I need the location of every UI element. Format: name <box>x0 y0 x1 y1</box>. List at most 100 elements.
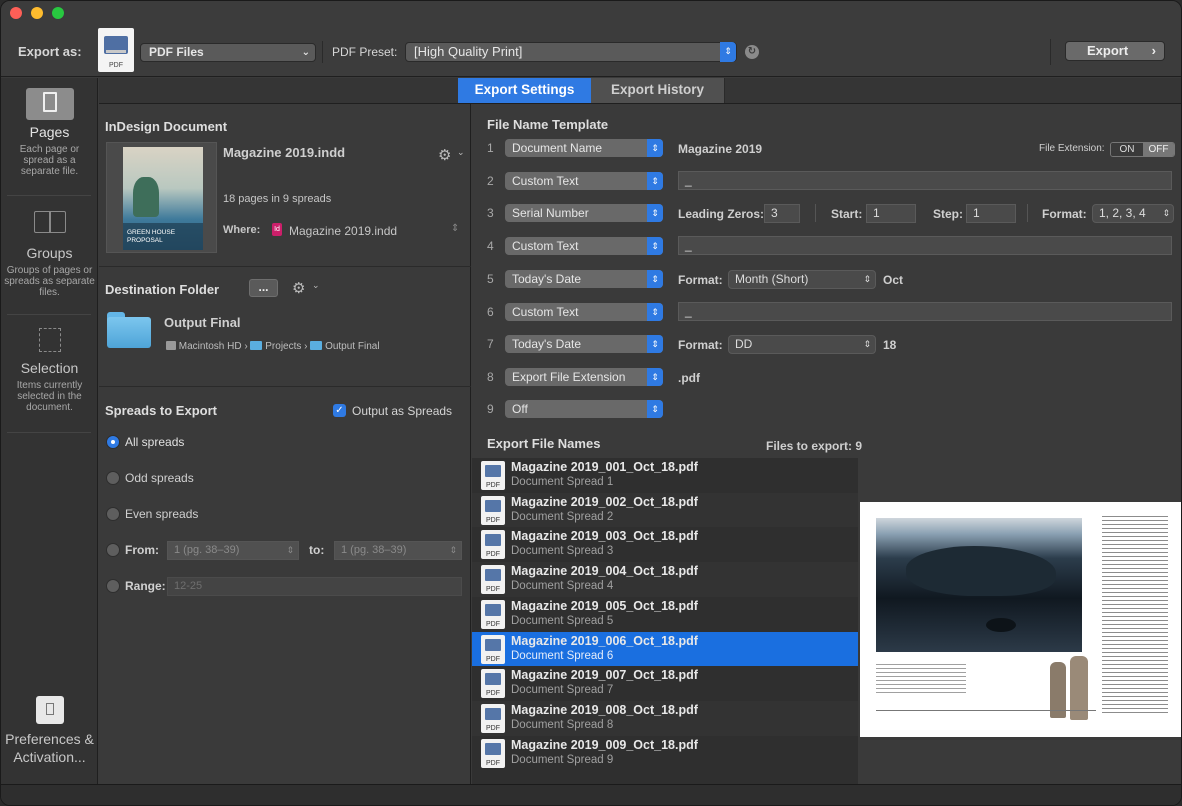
pdf-preset-select[interactable]: [High Quality Print] ⇕ <box>405 42 737 62</box>
tab-export-settings[interactable]: Export Settings <box>458 78 591 103</box>
updown-chevron-icon: ⇕ <box>647 237 663 255</box>
date-format-select[interactable]: DD ⇕ <box>728 335 876 354</box>
list-item[interactable]: PDF Magazine 2019_002_Oct_18.pdf Document … <box>472 492 858 528</box>
custom-text-value: _ <box>685 238 692 252</box>
format-select[interactable]: PDF Files ⌄ <box>140 43 316 62</box>
file-name: Magazine 2019_009_Oct_18.pdf <box>511 737 698 752</box>
export-button[interactable]: Export › <box>1065 41 1165 61</box>
date-result: Oct <box>883 273 904 287</box>
settings-panel: InDesign Document GREEN HOUSE PROPOSAL M… <box>99 104 471 784</box>
updown-chevron-icon[interactable]: ⇕ <box>451 223 459 234</box>
custom-text-input[interactable]: _ <box>678 171 1172 190</box>
date-format-select[interactable]: Month (Short) ⇕ <box>728 270 876 289</box>
file-spread: Document Spread 2 <box>511 510 614 523</box>
list-item[interactable]: PDF Magazine 2019_005_Oct_18.pdf Document … <box>472 596 858 632</box>
sidebar-item-selection-label: Selection <box>20 360 79 376</box>
token-select[interactable]: Export File Extension ⇕ <box>505 368 663 386</box>
folder-icon <box>107 312 151 348</box>
all-spreads-radio[interactable] <box>106 435 120 449</box>
leading-zeros-input[interactable]: 3 <box>764 204 800 223</box>
pdf-file-icon: PDF <box>481 703 505 733</box>
token-select[interactable]: Today's Date ⇕ <box>505 270 663 288</box>
where-value[interactable]: Magazine 2019.indd <box>289 224 397 238</box>
sidebar-item-groups[interactable]: Groups Groups of pages or spreads as sep… <box>1 209 98 298</box>
toolbar: Export as: PDF PDF Files ⌄ PDF Preset: [… <box>1 1 1181 77</box>
output-as-spreads-checkbox[interactable]: ✓ <box>333 404 346 417</box>
list-item[interactable]: PDF Magazine 2019_009_Oct_18.pdf Document … <box>472 735 858 771</box>
pdf-icon-label: PDF <box>486 586 500 594</box>
serial-format-value: 1, 2, 3, 4 <box>1099 206 1146 220</box>
start-input[interactable]: 1 <box>866 204 916 223</box>
odd-spreads-radio[interactable] <box>106 471 120 485</box>
toggle-on[interactable]: ON <box>1111 143 1143 156</box>
folder-small-icon <box>310 341 323 350</box>
token-value: Document Name <box>512 141 603 155</box>
tab-export-history[interactable]: Export History <box>591 78 725 103</box>
file-name-template-title: File Name Template <box>487 117 609 132</box>
gear-icon[interactable]: ⚙ <box>292 279 305 297</box>
token-select[interactable]: Serial Number ⇕ <box>505 204 663 222</box>
sidebar-divider <box>7 432 91 433</box>
token-select[interactable]: Off ⇕ <box>505 400 663 418</box>
chevron-down-icon[interactable]: ⌄ <box>312 280 320 291</box>
pdf-file-icon: PDF <box>481 495 505 525</box>
sidebar-item-selection[interactable]: Selection Items currently selected in th… <box>1 328 98 413</box>
serial-format-select[interactable]: 1, 2, 3, 4 ⇕ <box>1092 204 1174 223</box>
file-extension-toggle[interactable]: ON OFF <box>1110 142 1175 157</box>
minimize-window-button[interactable] <box>31 7 43 19</box>
token-select[interactable]: Custom Text ⇕ <box>505 303 663 321</box>
even-spreads-radio[interactable] <box>106 507 120 521</box>
to-select[interactable]: 1 (pg. 38–39) ⇕ <box>334 541 462 560</box>
row-number: 5 <box>487 272 494 286</box>
updown-chevron-icon: ⇕ <box>647 270 663 288</box>
toolbar-divider <box>322 41 323 63</box>
from-select[interactable]: 1 (pg. 38–39) ⇕ <box>167 541 299 560</box>
token-select[interactable]: Custom Text ⇕ <box>505 237 663 255</box>
list-item[interactable]: PDF Magazine 2019_008_Oct_18.pdf Document … <box>472 700 858 736</box>
hard-drive-icon <box>166 341 176 350</box>
pdf-icon-label: PDF <box>486 724 500 732</box>
export-file-list[interactable]: PDF Magazine 2019_001_Oct_18.pdf Document … <box>472 458 858 784</box>
preferences-button[interactable]: Preferences & Activation... <box>1 696 98 766</box>
format-label: Format: <box>678 273 723 287</box>
updown-chevron-icon: ⇕ <box>1162 208 1170 218</box>
list-item[interactable]: PDF Magazine 2019_004_Oct_18.pdf Document … <box>472 562 858 597</box>
preview-caption <box>876 664 966 694</box>
pdf-file-icon: PDF <box>481 530 505 560</box>
file-spread: Document Spread 1 <box>511 476 614 488</box>
preview-text-column <box>1102 516 1168 716</box>
spread-preview <box>860 502 1181 737</box>
gear-icon[interactable]: ⚙ <box>438 146 451 164</box>
token-select[interactable]: Today's Date ⇕ <box>505 335 663 353</box>
updown-chevron-icon: ⇕ <box>647 368 663 386</box>
token-select[interactable]: Custom Text ⇕ <box>505 172 663 190</box>
divider <box>1027 204 1028 222</box>
export-button-label: Export <box>1087 43 1129 58</box>
list-item[interactable]: PDF Magazine 2019_006_Oct_18.pdf Document … <box>472 631 858 667</box>
step-input[interactable]: 1 <box>966 204 1016 223</box>
chevron-down-icon[interactable]: ⌄ <box>457 147 465 158</box>
browse-folder-button[interactable]: ... <box>249 279 278 297</box>
sidebar-item-pages[interactable]: Pages Each page or spread as a separate … <box>1 88 98 177</box>
range-input[interactable]: 12-25 <box>167 577 462 596</box>
token-select[interactable]: Document Name ⇕ <box>505 139 663 157</box>
range-placeholder: 12-25 <box>174 580 203 592</box>
custom-text-input[interactable]: _ <box>678 302 1172 321</box>
from-radio[interactable] <box>106 543 120 557</box>
updown-chevron-icon: ⇕ <box>720 42 736 62</box>
list-item[interactable]: PDF Magazine 2019_003_Oct_18.pdf Document … <box>472 527 858 563</box>
pdf-icon-label: PDF <box>486 759 500 767</box>
file-name: Magazine 2019_003_Oct_18.pdf <box>511 529 698 544</box>
close-window-button[interactable] <box>10 7 22 19</box>
token-value: Serial Number <box>512 206 589 220</box>
list-item[interactable]: PDF Magazine 2019_007_Oct_18.pdf Document … <box>472 666 858 701</box>
refresh-icon[interactable]: ↻ <box>745 45 759 59</box>
toggle-off[interactable]: OFF <box>1143 143 1174 156</box>
pdf-file-icon: PDF <box>481 669 505 699</box>
custom-text-input[interactable]: _ <box>678 236 1172 255</box>
zoom-window-button[interactable] <box>52 7 64 19</box>
pdf-icon-label: PDF <box>486 551 500 559</box>
sidebar-item-pages-label: Pages <box>29 124 70 140</box>
range-radio[interactable] <box>106 579 120 593</box>
list-item[interactable]: PDF Magazine 2019_001_Oct_18.pdf Document … <box>472 458 858 493</box>
